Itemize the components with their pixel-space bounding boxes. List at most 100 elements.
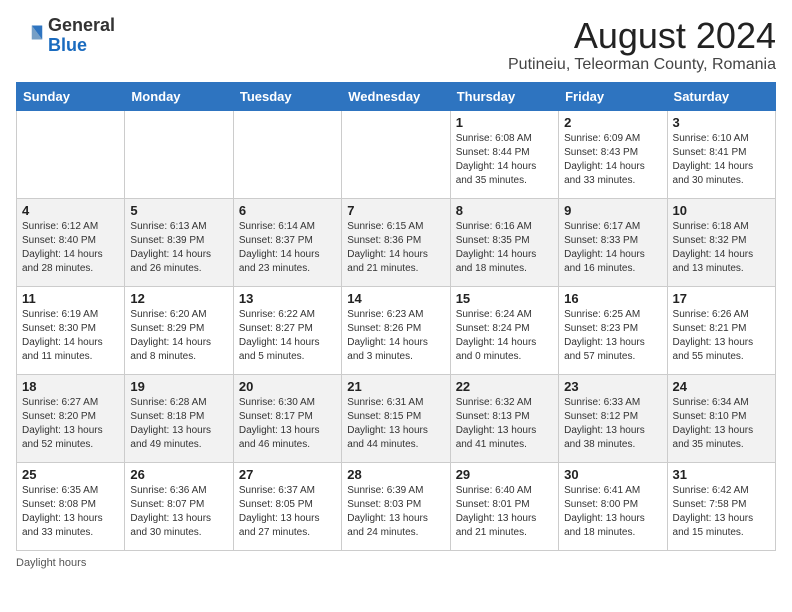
calendar-day-header: Tuesday bbox=[233, 82, 341, 110]
calendar-cell: 30 Sunrise: 6:41 AM Sunset: 8:00 PM Dayli… bbox=[559, 462, 667, 550]
calendar-cell bbox=[233, 110, 341, 198]
calendar-cell: 18Sunrise: 6:27 AM Sunset: 8:20 PM Dayli… bbox=[17, 374, 125, 462]
location-subtitle: Putineiu, Teleorman County, Romania bbox=[508, 56, 776, 74]
calendar-day-header: Monday bbox=[125, 82, 233, 110]
day-number: 7 bbox=[347, 203, 444, 218]
day-info: Sunrise: 6:31 AM Sunset: 8:15 PM Dayligh… bbox=[347, 396, 444, 452]
day-info: Sunrise: 6:26 AM Sunset: 8:21 PM Dayligh… bbox=[673, 308, 770, 364]
calendar-cell: 27 Sunrise: 6:37 AM Sunset: 8:05 PM Dayli… bbox=[233, 462, 341, 550]
day-number: 29 bbox=[456, 467, 553, 482]
day-info: Sunrise: 6:19 AM Sunset: 8:30 PM Dayligh… bbox=[22, 308, 119, 364]
title-block: August 2024 Putineiu, Teleorman County, … bbox=[508, 16, 776, 74]
day-number: 24 bbox=[673, 379, 770, 394]
calendar-cell: 19Sunrise: 6:28 AM Sunset: 8:18 PM Dayli… bbox=[125, 374, 233, 462]
calendar-cell: 8 Sunrise: 6:16 AM Sunset: 8:35 PM Daylig… bbox=[450, 198, 558, 286]
day-info: Sunrise: 6:12 AM Sunset: 8:40 PM Dayligh… bbox=[22, 220, 119, 276]
day-number: 13 bbox=[239, 291, 336, 306]
day-number: 10 bbox=[673, 203, 770, 218]
day-number: 27 bbox=[239, 467, 336, 482]
calendar-cell: 22Sunrise: 6:32 AM Sunset: 8:13 PM Dayli… bbox=[450, 374, 558, 462]
day-info: Sunrise: 6:23 AM Sunset: 8:26 PM Dayligh… bbox=[347, 308, 444, 364]
calendar-day-header: Wednesday bbox=[342, 82, 450, 110]
logo-text: General Blue bbox=[48, 16, 115, 56]
day-number: 4 bbox=[22, 203, 119, 218]
day-info: Sunrise: 6:20 AM Sunset: 8:29 PM Dayligh… bbox=[130, 308, 227, 364]
day-info: Sunrise: 6:17 AM Sunset: 8:33 PM Dayligh… bbox=[564, 220, 661, 276]
logo: General Blue bbox=[16, 16, 115, 56]
day-info: Sunrise: 6:41 AM Sunset: 8:00 PM Dayligh… bbox=[564, 484, 661, 540]
calendar-cell: 31 Sunrise: 6:42 AM Sunset: 7:58 PM Dayli… bbox=[667, 462, 775, 550]
day-info: Sunrise: 6:36 AM Sunset: 8:07 PM Dayligh… bbox=[130, 484, 227, 540]
calendar-week-row: 1 Sunrise: 6:08 AM Sunset: 8:44 PM Daylig… bbox=[17, 110, 776, 198]
calendar-cell bbox=[17, 110, 125, 198]
day-number: 20 bbox=[239, 379, 336, 394]
calendar-week-row: 4 Sunrise: 6:12 AM Sunset: 8:40 PM Daylig… bbox=[17, 198, 776, 286]
day-info: Sunrise: 6:35 AM Sunset: 8:08 PM Dayligh… bbox=[22, 484, 119, 540]
day-info: Sunrise: 6:42 AM Sunset: 7:58 PM Dayligh… bbox=[673, 484, 770, 540]
calendar-cell: 24Sunrise: 6:34 AM Sunset: 8:10 PM Dayli… bbox=[667, 374, 775, 462]
day-info: Sunrise: 6:24 AM Sunset: 8:24 PM Dayligh… bbox=[456, 308, 553, 364]
calendar-cell: 13 Sunrise: 6:22 AM Sunset: 8:27 PM Dayli… bbox=[233, 286, 341, 374]
day-info: Sunrise: 6:22 AM Sunset: 8:27 PM Dayligh… bbox=[239, 308, 336, 364]
day-number: 14 bbox=[347, 291, 444, 306]
daylight-label: Daylight hours bbox=[16, 557, 86, 569]
day-info: Sunrise: 6:33 AM Sunset: 8:12 PM Dayligh… bbox=[564, 396, 661, 452]
day-number: 5 bbox=[130, 203, 227, 218]
calendar-cell: 10 Sunrise: 6:18 AM Sunset: 8:32 PM Dayli… bbox=[667, 198, 775, 286]
day-number: 26 bbox=[130, 467, 227, 482]
calendar-cell: 28 Sunrise: 6:39 AM Sunset: 8:03 PM Dayli… bbox=[342, 462, 450, 550]
calendar-cell: 9 Sunrise: 6:17 AM Sunset: 8:33 PM Daylig… bbox=[559, 198, 667, 286]
calendar-cell: 2 Sunrise: 6:09 AM Sunset: 8:43 PM Daylig… bbox=[559, 110, 667, 198]
day-number: 11 bbox=[22, 291, 119, 306]
calendar-cell: 12 Sunrise: 6:20 AM Sunset: 8:29 PM Dayli… bbox=[125, 286, 233, 374]
logo-general: General bbox=[48, 15, 115, 35]
calendar-cell: 14 Sunrise: 6:23 AM Sunset: 8:26 PM Dayli… bbox=[342, 286, 450, 374]
day-number: 19 bbox=[130, 379, 227, 394]
day-number: 31 bbox=[673, 467, 770, 482]
day-number: 16 bbox=[564, 291, 661, 306]
day-info: Sunrise: 6:16 AM Sunset: 8:35 PM Dayligh… bbox=[456, 220, 553, 276]
day-info: Sunrise: 6:13 AM Sunset: 8:39 PM Dayligh… bbox=[130, 220, 227, 276]
day-number: 3 bbox=[673, 115, 770, 130]
day-number: 12 bbox=[130, 291, 227, 306]
calendar-cell: 21 Sunrise: 6:31 AM Sunset: 8:15 PM Dayli… bbox=[342, 374, 450, 462]
day-number: 30 bbox=[564, 467, 661, 482]
day-info: Sunrise: 6:25 AM Sunset: 8:23 PM Dayligh… bbox=[564, 308, 661, 364]
day-number: 6 bbox=[239, 203, 336, 218]
day-number: 18 bbox=[22, 379, 119, 394]
day-number: 28 bbox=[347, 467, 444, 482]
day-number: 8 bbox=[456, 203, 553, 218]
day-info: Sunrise: 6:40 AM Sunset: 8:01 PM Dayligh… bbox=[456, 484, 553, 540]
day-number: 9 bbox=[564, 203, 661, 218]
page-header: General Blue August 2024 Putineiu, Teleo… bbox=[16, 16, 776, 74]
day-info: Sunrise: 6:14 AM Sunset: 8:37 PM Dayligh… bbox=[239, 220, 336, 276]
day-info: Sunrise: 6:09 AM Sunset: 8:43 PM Dayligh… bbox=[564, 132, 661, 188]
calendar-cell: 25Sunrise: 6:35 AM Sunset: 8:08 PM Dayli… bbox=[17, 462, 125, 550]
day-number: 23 bbox=[564, 379, 661, 394]
calendar-cell: 7 Sunrise: 6:15 AM Sunset: 8:36 PM Daylig… bbox=[342, 198, 450, 286]
day-number: 21 bbox=[347, 379, 444, 394]
calendar-cell: 29 Sunrise: 6:40 AM Sunset: 8:01 PM Dayli… bbox=[450, 462, 558, 550]
calendar-cell: 20 Sunrise: 6:30 AM Sunset: 8:17 PM Dayli… bbox=[233, 374, 341, 462]
day-info: Sunrise: 6:39 AM Sunset: 8:03 PM Dayligh… bbox=[347, 484, 444, 540]
day-info: Sunrise: 6:18 AM Sunset: 8:32 PM Dayligh… bbox=[673, 220, 770, 276]
day-number: 1 bbox=[456, 115, 553, 130]
calendar-cell: 16 Sunrise: 6:25 AM Sunset: 8:23 PM Dayli… bbox=[559, 286, 667, 374]
day-number: 22 bbox=[456, 379, 553, 394]
logo-icon bbox=[16, 22, 44, 50]
daylight-note: Daylight hours bbox=[16, 557, 776, 569]
calendar-table: SundayMondayTuesdayWednesdayThursdayFrid… bbox=[16, 82, 776, 551]
calendar-cell: 4 Sunrise: 6:12 AM Sunset: 8:40 PM Daylig… bbox=[17, 198, 125, 286]
calendar-day-header: Thursday bbox=[450, 82, 558, 110]
calendar-week-row: 25Sunrise: 6:35 AM Sunset: 8:08 PM Dayli… bbox=[17, 462, 776, 550]
day-info: Sunrise: 6:15 AM Sunset: 8:36 PM Dayligh… bbox=[347, 220, 444, 276]
calendar-day-header: Sunday bbox=[17, 82, 125, 110]
day-number: 2 bbox=[564, 115, 661, 130]
calendar-header-row: SundayMondayTuesdayWednesdayThursdayFrid… bbox=[17, 82, 776, 110]
day-info: Sunrise: 6:30 AM Sunset: 8:17 PM Dayligh… bbox=[239, 396, 336, 452]
calendar-week-row: 11 Sunrise: 6:19 AM Sunset: 8:30 PM Dayli… bbox=[17, 286, 776, 374]
logo-blue: Blue bbox=[48, 35, 87, 55]
day-info: Sunrise: 6:37 AM Sunset: 8:05 PM Dayligh… bbox=[239, 484, 336, 540]
calendar-cell bbox=[342, 110, 450, 198]
day-info: Sunrise: 6:08 AM Sunset: 8:44 PM Dayligh… bbox=[456, 132, 553, 188]
